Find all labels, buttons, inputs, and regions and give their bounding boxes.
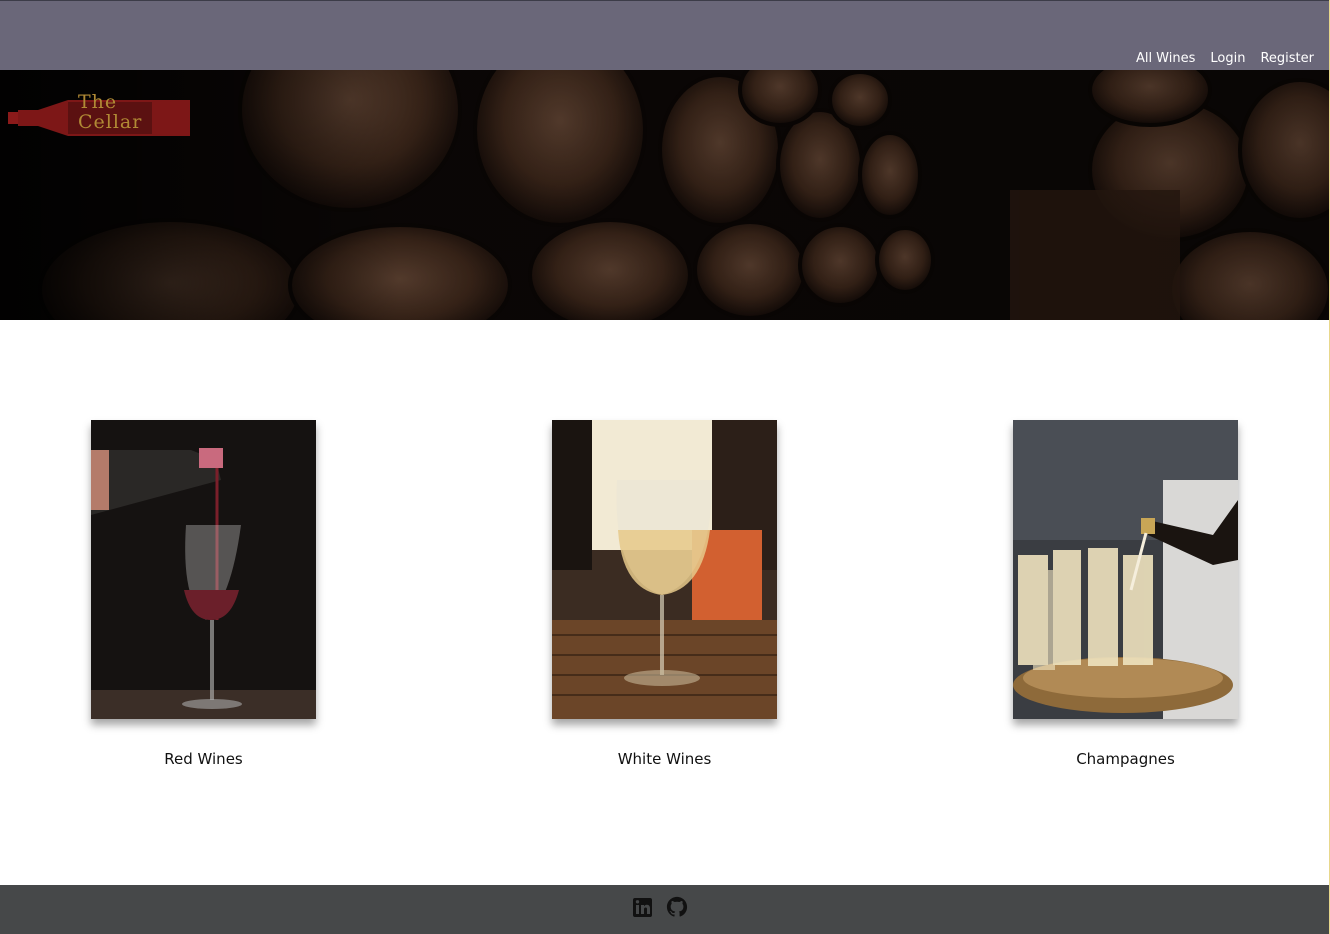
nav-register-link[interactable]: Register: [1260, 51, 1314, 66]
nav-all-wines-link[interactable]: All Wines: [1136, 51, 1195, 66]
champagnes-label[interactable]: Champagnes: [1013, 750, 1238, 768]
logo-text: The Cellar: [78, 92, 142, 132]
white-wines-card[interactable]: White Wines: [552, 420, 777, 768]
logo-line-1: The: [78, 91, 118, 113]
red-wine-image[interactable]: [91, 420, 316, 719]
the-cellar-logo[interactable]: The Cellar: [8, 92, 190, 142]
white-wines-label[interactable]: White Wines: [552, 750, 777, 768]
red-wines-card[interactable]: Red Wines: [91, 420, 316, 768]
linkedin-icon[interactable]: [632, 896, 654, 918]
red-wines-label[interactable]: Red Wines: [91, 750, 316, 768]
nav-login-link[interactable]: Login: [1210, 51, 1245, 66]
champagne-image[interactable]: [1013, 420, 1238, 719]
github-icon[interactable]: [666, 896, 688, 918]
footer: [0, 885, 1329, 934]
logo-line-2: Cellar: [78, 111, 143, 133]
white-wine-image[interactable]: [552, 420, 777, 719]
champagnes-card[interactable]: Champagnes: [1013, 420, 1238, 768]
hero-banner: The Cellar: [0, 70, 1329, 320]
footer-icons: [632, 896, 688, 918]
top-navbar: All Wines Login Register: [0, 1, 1329, 70]
wine-barrels-image: [0, 70, 1329, 320]
nav-links: All Wines Login Register: [1136, 51, 1314, 66]
